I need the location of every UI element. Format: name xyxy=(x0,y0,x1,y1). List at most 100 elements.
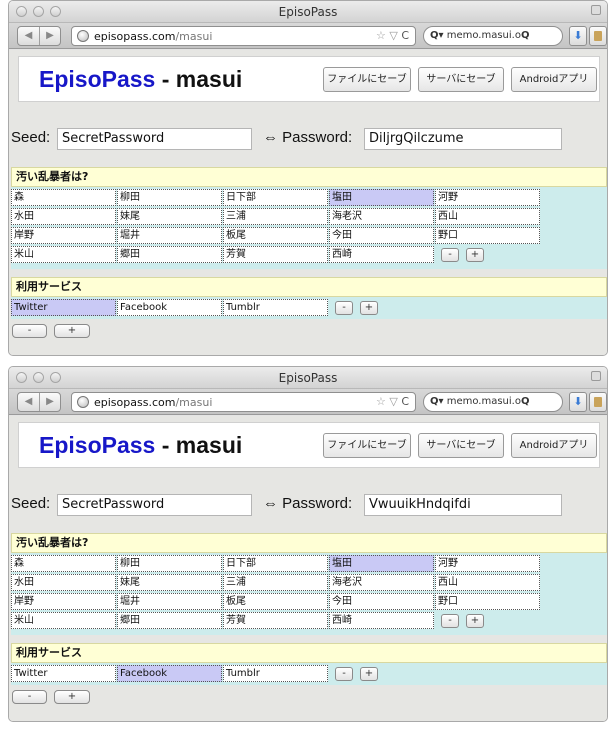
seed-row: Seed: SecretPassword ⇔ Password: VwuuikH… xyxy=(9,494,607,516)
answer-cell[interactable]: 郷田 xyxy=(117,612,222,629)
dropdown-icon[interactable]: ▽ xyxy=(389,29,397,42)
password-field[interactable]: VwuuikHndqifdi xyxy=(364,494,562,516)
answer-cell[interactable]: 郷田 xyxy=(117,246,222,263)
bookmarks-icon[interactable] xyxy=(589,392,607,412)
android-app-button[interactable]: Androidアプリ xyxy=(511,67,597,92)
answer-cell[interactable]: 芳賀 xyxy=(223,612,328,629)
forward-button[interactable]: ▶ xyxy=(39,393,60,411)
question-header[interactable]: 汚い乱暴者は? xyxy=(11,533,607,553)
answer-cell[interactable]: 板尾 xyxy=(223,593,328,610)
answer-cell[interactable]: 今田 xyxy=(329,593,434,610)
answer-cell[interactable]: 水田 xyxy=(11,208,116,225)
service-header[interactable]: 利用サービス xyxy=(11,277,607,297)
service-cell[interactable]: Facebook xyxy=(117,299,222,316)
answer-cell[interactable]: 柳田 xyxy=(117,555,222,572)
download-icon[interactable]: ⬇ xyxy=(569,392,587,412)
password-label: ⇔ Password: xyxy=(263,495,353,512)
fullscreen-icon[interactable] xyxy=(591,5,601,15)
search-bar[interactable]: Q▾ memo.masui.oQ xyxy=(423,392,563,412)
download-icon[interactable]: ⬇ xyxy=(569,26,587,46)
android-app-button[interactable]: Androidアプリ xyxy=(511,433,597,458)
reload-icon[interactable]: C xyxy=(401,395,409,408)
answer-cell[interactable]: 森 xyxy=(11,555,116,572)
search-icon: Q▾ xyxy=(430,396,444,407)
remove-answer-button[interactable]: - xyxy=(441,248,459,262)
add-question-button[interactable]: + xyxy=(54,690,90,704)
save-server-button[interactable]: サーバにセーブ xyxy=(418,67,504,92)
password-field[interactable]: DiljrgQilczume xyxy=(364,128,562,150)
answer-cell[interactable]: 河野 xyxy=(435,189,540,206)
bookmarks-icon[interactable] xyxy=(589,26,607,46)
answer-cell[interactable]: 板尾 xyxy=(223,227,328,244)
answer-cell[interactable]: 岸野 xyxy=(11,593,116,610)
remove-answer-button[interactable]: - xyxy=(441,614,459,628)
save-file-button[interactable]: ファイルにセーブ xyxy=(323,433,411,458)
dropdown-icon[interactable]: ▽ xyxy=(389,395,397,408)
answer-cell-selected[interactable]: 塩田 xyxy=(329,555,434,572)
add-answer-button[interactable]: + xyxy=(466,614,484,628)
answer-cell[interactable]: 西崎 xyxy=(329,246,434,263)
answer-cell[interactable]: 妹尾 xyxy=(117,208,222,225)
add-service-button[interactable]: + xyxy=(360,301,378,315)
add-question-button[interactable]: + xyxy=(54,324,90,338)
question-header[interactable]: 汚い乱暴者は? xyxy=(11,167,607,187)
service-cell[interactable]: Tumblr xyxy=(223,299,328,316)
bookmark-star-icon[interactable]: ☆ xyxy=(376,395,386,408)
answer-cell[interactable]: 今田 xyxy=(329,227,434,244)
answer-cell[interactable]: 日下部 xyxy=(223,555,328,572)
answer-cell[interactable]: 三浦 xyxy=(223,208,328,225)
service-cell-selected[interactable]: Twitter xyxy=(11,299,116,316)
answer-cell[interactable]: 堀井 xyxy=(117,227,222,244)
service-header[interactable]: 利用サービス xyxy=(11,643,607,663)
answer-cell[interactable]: 芳賀 xyxy=(223,246,328,263)
answer-cell[interactable]: 河野 xyxy=(435,555,540,572)
answer-cell[interactable]: 三浦 xyxy=(223,574,328,591)
seed-input[interactable]: SecretPassword xyxy=(57,128,252,150)
seed-input[interactable]: SecretPassword xyxy=(57,494,252,516)
answer-cell[interactable]: 日下部 xyxy=(223,189,328,206)
search-submit-icon[interactable]: Q xyxy=(521,30,530,41)
back-button[interactable]: ◀ xyxy=(18,393,39,411)
remove-service-button[interactable]: - xyxy=(335,301,353,315)
back-button[interactable]: ◀ xyxy=(18,27,39,45)
answer-cell[interactable]: 海老沢 xyxy=(329,208,434,225)
bookmark-star-icon[interactable]: ☆ xyxy=(376,29,386,42)
answer-cell[interactable]: 堀井 xyxy=(117,593,222,610)
url-bar[interactable]: episopass.com/masui ☆ ▽ C xyxy=(71,26,416,46)
answer-cell[interactable]: 妹尾 xyxy=(117,574,222,591)
search-icon: Q▾ xyxy=(430,30,444,41)
service-cell[interactable]: Tumblr xyxy=(223,665,328,682)
url-bar[interactable]: episopass.com/masui ☆ ▽ C xyxy=(71,392,416,412)
add-service-button[interactable]: + xyxy=(360,667,378,681)
user-name: - masui xyxy=(155,66,243,92)
window-title: EpisoPass xyxy=(278,5,338,19)
answer-cell[interactable]: 岸野 xyxy=(11,227,116,244)
save-server-button[interactable]: サーバにセーブ xyxy=(418,433,504,458)
fullscreen-icon[interactable] xyxy=(591,371,601,381)
answer-cell[interactable]: 西山 xyxy=(435,574,540,591)
remove-service-button[interactable]: - xyxy=(335,667,353,681)
answer-cell-selected[interactable]: 塩田 xyxy=(329,189,434,206)
save-file-button[interactable]: ファイルにセーブ xyxy=(323,67,411,92)
service-cell[interactable]: Twitter xyxy=(11,665,116,682)
reload-icon[interactable]: C xyxy=(401,29,409,42)
search-bar[interactable]: Q▾ memo.masui.oQ xyxy=(423,26,563,46)
remove-question-button[interactable]: - xyxy=(12,690,47,704)
answer-cell[interactable]: 西山 xyxy=(435,208,540,225)
answer-cell[interactable]: 野口 xyxy=(435,593,540,610)
forward-button[interactable]: ▶ xyxy=(39,27,60,45)
answer-cell[interactable]: 野口 xyxy=(435,227,540,244)
service-cell-selected[interactable]: Facebook xyxy=(117,665,222,682)
answer-cell[interactable]: 米山 xyxy=(11,246,116,263)
search-submit-icon[interactable]: Q xyxy=(521,396,530,407)
app-header: EpisoPass - masui ファイルにセーブ サーバにセーブ Andro… xyxy=(18,422,600,468)
window-title: EpisoPass xyxy=(278,371,338,385)
answer-cell[interactable]: 海老沢 xyxy=(329,574,434,591)
remove-question-button[interactable]: - xyxy=(12,324,47,338)
answer-cell[interactable]: 柳田 xyxy=(117,189,222,206)
answer-cell[interactable]: 水田 xyxy=(11,574,116,591)
answer-cell[interactable]: 西崎 xyxy=(329,612,434,629)
answer-cell[interactable]: 森 xyxy=(11,189,116,206)
answer-cell[interactable]: 米山 xyxy=(11,612,116,629)
add-answer-button[interactable]: + xyxy=(466,248,484,262)
